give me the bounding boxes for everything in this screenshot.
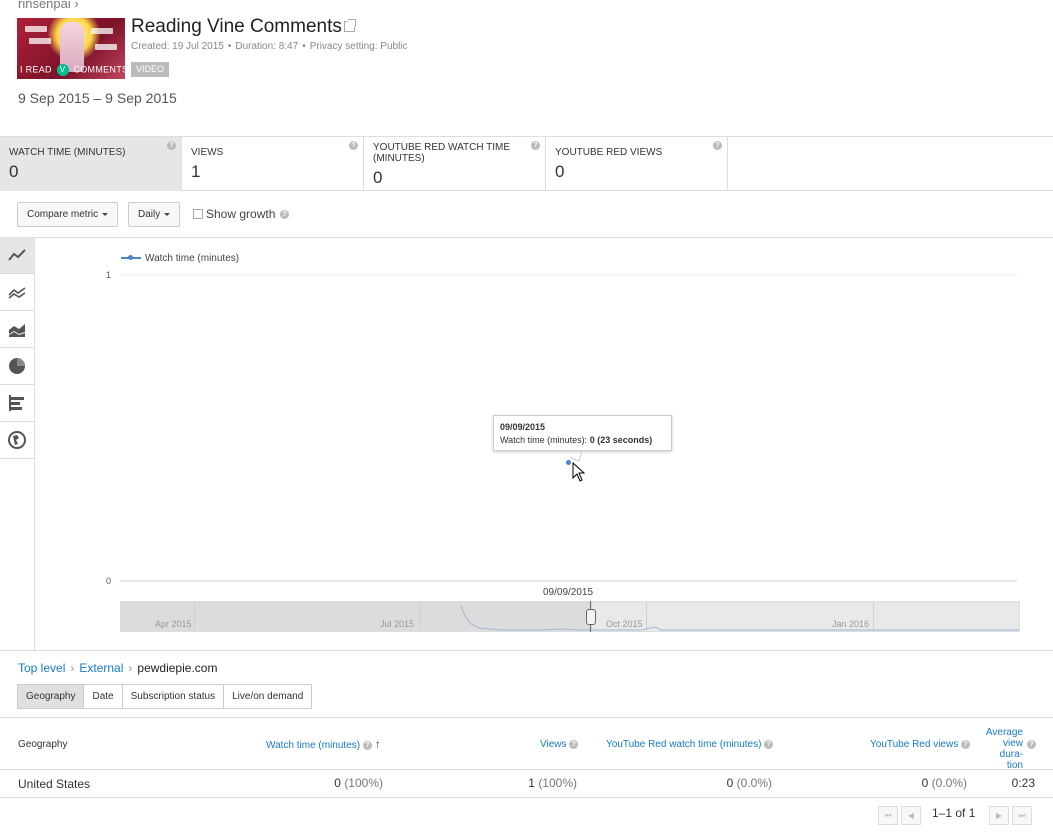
navigator-handle[interactable] bbox=[586, 609, 596, 625]
help-icon[interactable]: ? bbox=[960, 739, 970, 749]
navigator-month: Jul 2015 bbox=[380, 619, 415, 629]
next-page-button[interactable]: ▶ bbox=[989, 806, 1009, 825]
navigator-month: Apr 2015 bbox=[155, 619, 192, 629]
breadcrumb-external[interactable]: External bbox=[79, 661, 123, 675]
breadcrumb: Top level › External › pewdiepie.com bbox=[18, 661, 218, 675]
help-icon[interactable]: ? bbox=[764, 739, 774, 749]
table-header: Geography Watch time (minutes) ? ↑ Views … bbox=[0, 717, 1053, 771]
mouse-cursor-icon bbox=[572, 462, 586, 482]
cell-red-views: 0 (0.0%) bbox=[921, 776, 967, 790]
column-average-view-duration[interactable]: Average view dura- tion bbox=[977, 727, 1023, 771]
tooltip-date: 09/09/2015 bbox=[500, 422, 546, 432]
cell-geography[interactable]: United States bbox=[18, 777, 90, 791]
help-icon[interactable]: ? bbox=[1027, 740, 1036, 749]
navigator-date: 09/09/2015 bbox=[543, 587, 594, 598]
cell-red-watch-time: 0 (0.0%) bbox=[726, 776, 772, 790]
navigator-sparkline bbox=[460, 605, 1019, 631]
help-icon[interactable]: ? bbox=[569, 739, 579, 749]
tab-date[interactable]: Date bbox=[84, 685, 123, 708]
tooltip-value: Watch time (minutes): 0 (23 seconds) bbox=[500, 435, 653, 445]
column-watch-time[interactable]: Watch time (minutes) ? ↑ bbox=[266, 737, 381, 751]
last-page-button[interactable]: ⏭ bbox=[1012, 806, 1032, 825]
cell-views: 1 (100%) bbox=[528, 776, 577, 790]
pagination-label: 1–1 of 1 bbox=[932, 806, 976, 820]
range-navigator[interactable]: Apr 2015 Jul 2015 Oct 2015 Jan 2016 bbox=[120, 601, 1020, 632]
column-views[interactable]: Views ? bbox=[540, 739, 579, 750]
dimension-tabs: Geography Date Subscription status Live/… bbox=[17, 684, 313, 709]
tab-subscription-status[interactable]: Subscription status bbox=[122, 685, 225, 708]
table-row: United States 0 (100%) 1 (100%) 0 (0.0%)… bbox=[0, 770, 1053, 798]
cell-average-view-duration: 0:23 bbox=[1011, 776, 1035, 790]
tab-live-on-demand[interactable]: Live/on demand bbox=[224, 685, 312, 708]
data-point[interactable] bbox=[566, 460, 571, 465]
column-red-views[interactable]: YouTube Red views ? bbox=[870, 739, 970, 750]
cell-watch-time: 0 (100%) bbox=[334, 776, 383, 790]
y-tick-label: 1 bbox=[106, 270, 111, 280]
help-icon[interactable]: ? bbox=[362, 740, 372, 750]
pagination: ⏮ ◀ 1–1 of 1 ▶ ⏭ bbox=[0, 798, 1053, 832]
sort-ascending-icon: ↑ bbox=[374, 737, 381, 751]
previous-page-button[interactable]: ◀ bbox=[901, 806, 921, 825]
column-geography[interactable]: Geography bbox=[18, 739, 67, 750]
breadcrumb-current: pewdiepie.com bbox=[137, 661, 218, 675]
tab-geography[interactable]: Geography bbox=[18, 685, 85, 708]
first-page-button[interactable]: ⏮ bbox=[878, 806, 898, 825]
navigator-month: Oct 2015 bbox=[606, 619, 643, 629]
chart-tooltip: 09/09/2015 Watch time (minutes): 0 (23 s… bbox=[493, 415, 672, 451]
y-tick-label: 0 bbox=[106, 576, 111, 586]
column-red-watch-time[interactable]: YouTube Red watch time (minutes) ? bbox=[606, 739, 774, 750]
navigator-month: Jan 2016 bbox=[832, 619, 870, 629]
breadcrumb-top-level[interactable]: Top level bbox=[18, 661, 65, 675]
